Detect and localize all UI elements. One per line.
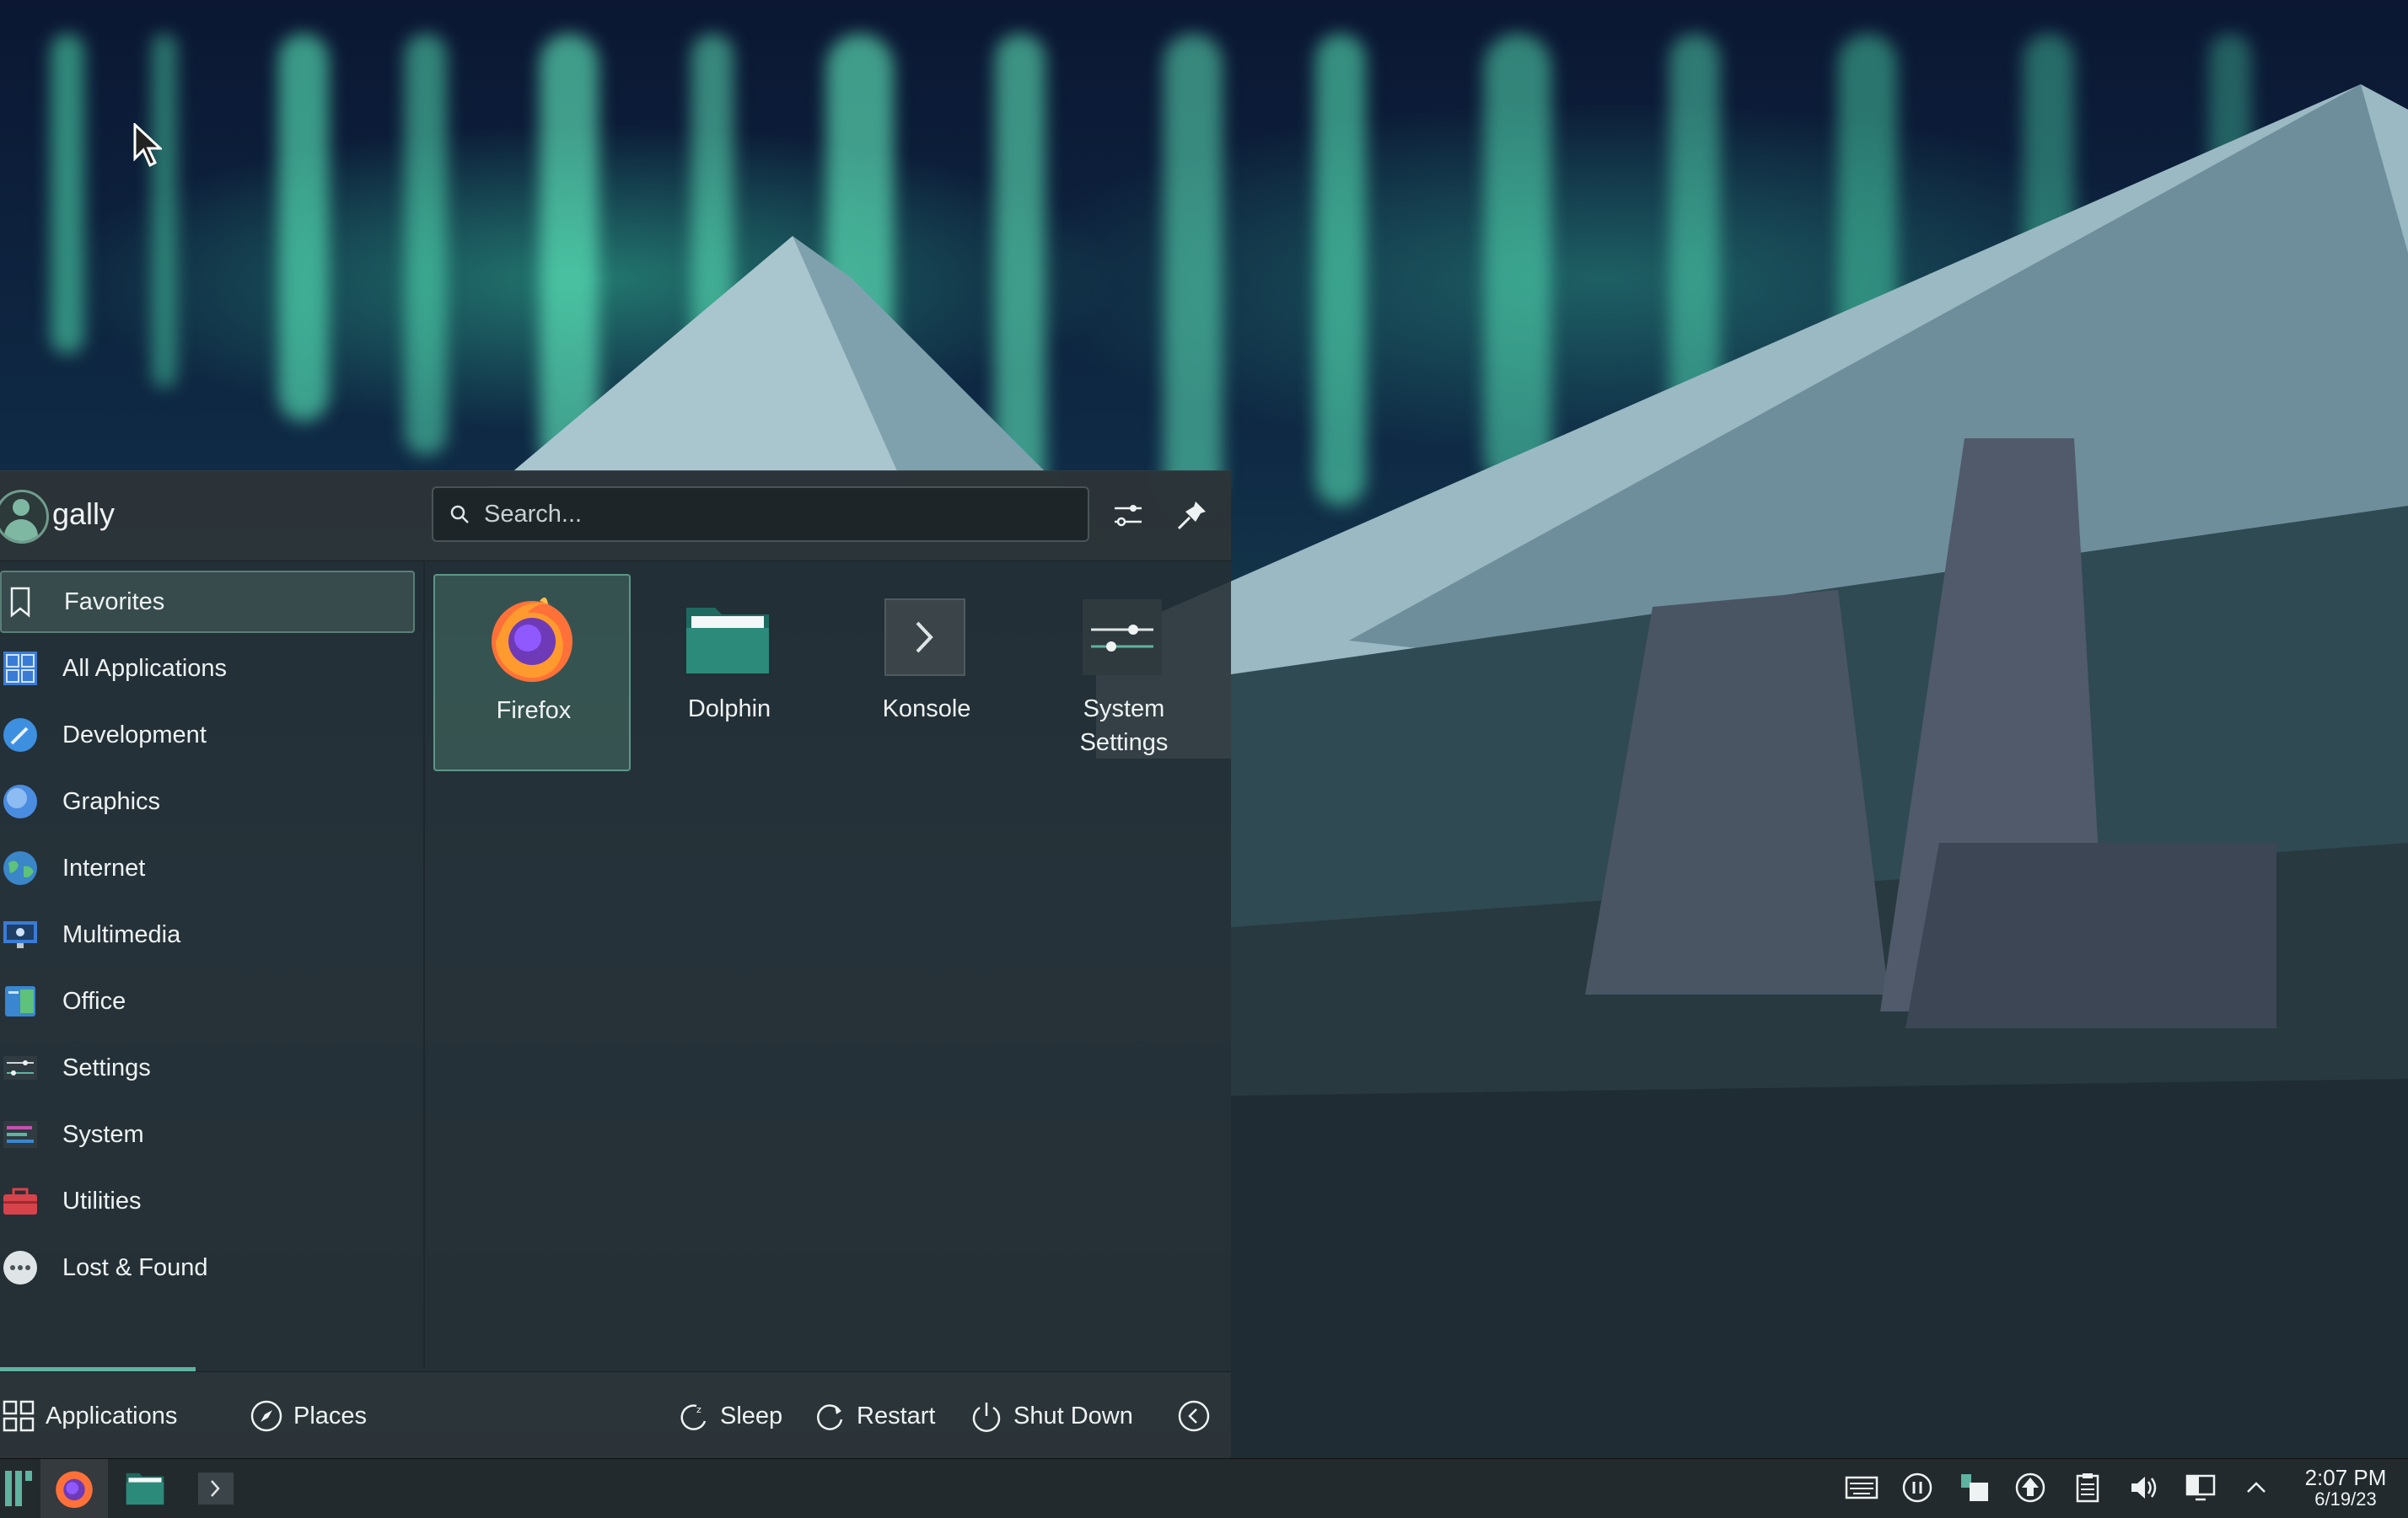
category-label: Office (62, 987, 126, 1015)
search-icon (450, 505, 469, 523)
system-icon (3, 1121, 37, 1148)
launcher-footer: Applications Places z Sleep Restart Shut… (0, 1367, 1231, 1460)
configure-icon[interactable] (1110, 496, 1147, 534)
clock-date: 6/19/23 (2314, 1488, 2377, 1510)
pin-icon[interactable] (1174, 496, 1211, 534)
toolbox-icon (3, 1188, 37, 1215)
category-multimedia[interactable]: Multimedia (0, 904, 415, 966)
updates-icon[interactable] (2013, 1471, 2047, 1505)
device-notifier-icon[interactable] (1958, 1471, 1991, 1505)
category-development[interactable]: Development (0, 704, 415, 766)
bookmark-icon (10, 587, 30, 618)
clock-time: 2:07 PM (2304, 1465, 2387, 1490)
power-icon (972, 1403, 1001, 1432)
category-label: Settings (62, 1054, 151, 1081)
active-tab-indicator (0, 1367, 196, 1371)
terminal-icon (884, 598, 965, 676)
category-label: Favorites (64, 587, 165, 615)
app-tile-dolphin[interactable]: Dolphin (631, 574, 828, 771)
more-icon (3, 1251, 37, 1285)
shutdown-label: Shut Down (1013, 1402, 1133, 1429)
grid-icon (3, 652, 37, 685)
office-icon (5, 986, 35, 1016)
category-favorites[interactable]: Favorites (0, 571, 415, 633)
category-label: Internet (62, 854, 146, 882)
development-icon (3, 718, 37, 752)
app-label-line: Settings (1079, 729, 1169, 756)
graphics-icon (3, 785, 37, 818)
sleep-icon: z (680, 1404, 707, 1430)
tab-label: Applications (46, 1402, 178, 1429)
restart-label: Restart (857, 1402, 936, 1429)
category-lost-and-found[interactable]: Lost & Found (0, 1236, 415, 1299)
svg-text:z: z (696, 1404, 701, 1415)
firefox-icon (492, 597, 572, 682)
search-input[interactable] (482, 499, 1059, 529)
category-label: All Applications (62, 654, 228, 682)
category-settings[interactable]: Settings (0, 1037, 415, 1099)
network-icon[interactable] (2184, 1471, 2217, 1505)
folder-icon (126, 1472, 164, 1505)
taskbar: 2:07 PM 6/19/23 (0, 1458, 2408, 1518)
app-tile-firefox[interactable]: Firefox (433, 574, 631, 771)
category-office[interactable]: Office (0, 970, 415, 1033)
app-label: System Settings (1025, 692, 1223, 759)
application-launcher: gally Favorites (0, 470, 1231, 1460)
category-label: Multimedia (62, 920, 181, 948)
settings-icon (3, 1056, 37, 1080)
category-label: System (62, 1120, 144, 1148)
terminal-icon (198, 1472, 234, 1505)
sleep-label: Sleep (720, 1402, 783, 1429)
volume-icon[interactable] (2126, 1471, 2160, 1505)
folder-icon (686, 608, 769, 673)
category-system[interactable]: System (0, 1103, 415, 1166)
media-pause-icon[interactable] (1900, 1471, 1934, 1505)
app-tile-konsole[interactable]: Konsole (828, 574, 1025, 771)
launcher-button[interactable] (0, 1459, 37, 1518)
task-konsole[interactable] (182, 1459, 250, 1518)
search-box[interactable] (432, 486, 1089, 542)
chevron-up-icon[interactable] (2239, 1471, 2273, 1505)
category-utilities[interactable]: Utilities (0, 1170, 415, 1232)
keyboard-layout-icon[interactable] (1845, 1471, 1879, 1505)
favorites-grid: Firefox Dolphin Konsole System Settings (425, 561, 1231, 1368)
kde-menu-icon (5, 1471, 32, 1506)
app-label: Konsole (882, 695, 971, 722)
system-settings-icon (1083, 599, 1162, 675)
multimedia-icon (3, 921, 37, 948)
app-label: Firefox (496, 697, 572, 724)
firefox-icon (56, 1471, 93, 1509)
category-sidebar: Favorites All Applications Development G… (0, 561, 425, 1368)
category-label: Graphics (62, 787, 161, 815)
app-label: Dolphin (687, 695, 771, 722)
user-avatar-icon[interactable] (0, 490, 49, 544)
digital-clock[interactable]: 2:07 PM 6/19/23 (2287, 1466, 2405, 1510)
username: gally (52, 496, 116, 531)
more-power-options-button[interactable] (1177, 1397, 1211, 1435)
shutdown-button[interactable]: Shut Down (970, 1397, 1133, 1435)
tab-places[interactable]: Places (250, 1397, 367, 1435)
tab-label: Places (293, 1402, 368, 1429)
grid-icon (3, 1400, 35, 1432)
category-all-applications[interactable]: All Applications (0, 637, 415, 700)
app-tile-system-settings[interactable]: System Settings (1025, 574, 1223, 771)
task-firefox[interactable] (40, 1459, 108, 1518)
category-graphics[interactable]: Graphics (0, 770, 415, 833)
globe-icon (3, 851, 37, 885)
mouse-cursor-icon (133, 121, 164, 171)
sleep-button[interactable]: z Sleep (676, 1397, 782, 1435)
app-label-line: System (1083, 695, 1165, 722)
restart-icon (817, 1404, 843, 1430)
category-label: Utilities (62, 1187, 142, 1215)
category-internet[interactable]: Internet (0, 837, 415, 899)
task-dolphin[interactable] (111, 1459, 179, 1518)
clipboard-icon[interactable] (2071, 1471, 2104, 1505)
restart-button[interactable]: Restart (813, 1397, 935, 1435)
launcher-header: gally (0, 471, 1231, 561)
category-label: Development (62, 721, 207, 748)
compass-icon (250, 1400, 282, 1432)
tab-applications[interactable]: Applications (2, 1397, 177, 1435)
chevron-left-icon (1178, 1400, 1210, 1432)
category-label: Lost & Found (62, 1253, 208, 1281)
